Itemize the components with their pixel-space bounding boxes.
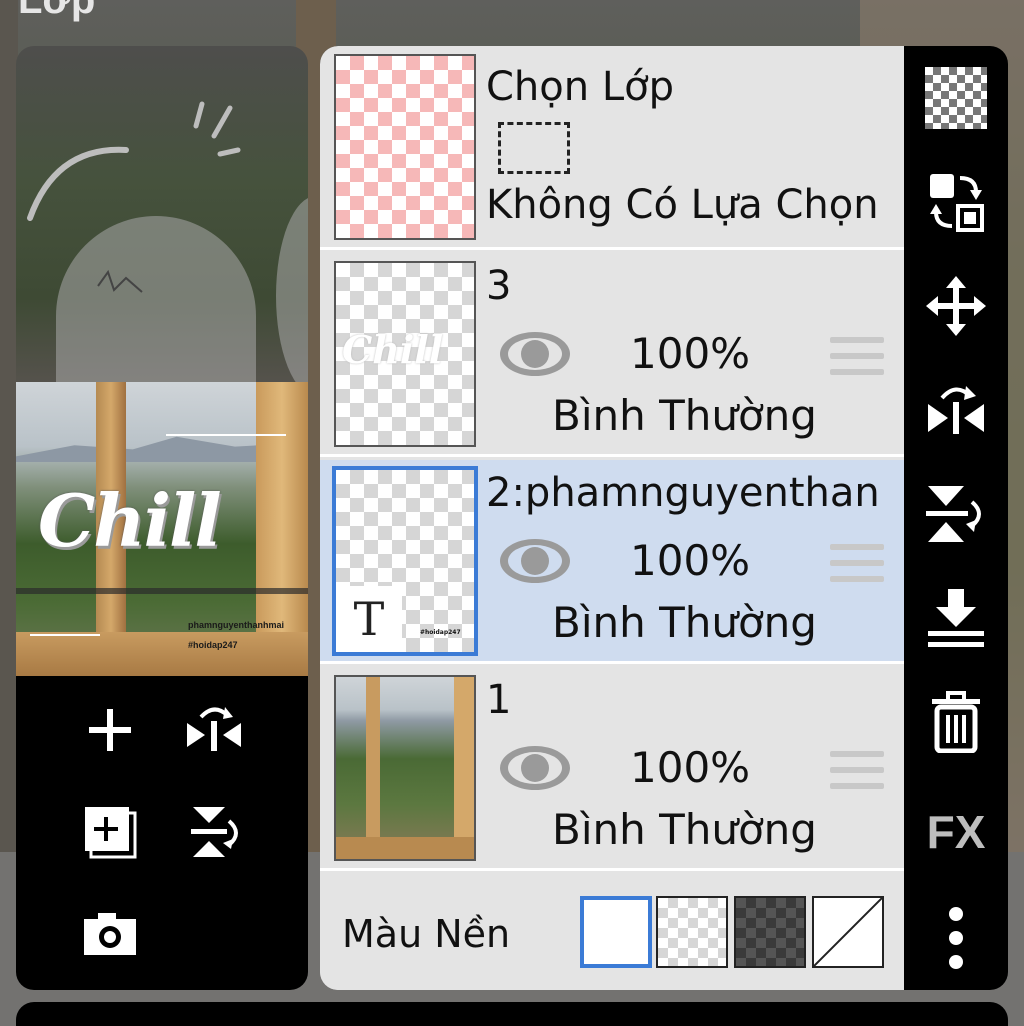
swap-layers-icon	[930, 174, 984, 232]
swatch-white[interactable]	[580, 896, 652, 968]
bottom-toolbar	[16, 1002, 1008, 1026]
preview-deco-line	[30, 634, 100, 636]
add-layer-button[interactable]	[80, 700, 140, 760]
flip-horizontal-button[interactable]	[184, 700, 244, 760]
layers-list: Chọn Lớp Không Có Lựa Chọn Chill 3 100% …	[320, 46, 904, 990]
canvas-preview[interactable]: Chill phamnguyenthanhmai #hoidap247	[16, 382, 308, 676]
preview-watermark-name: phamnguyenthanhmai	[188, 620, 285, 630]
selection-status: Không Có Lựa Chọn	[486, 182, 879, 228]
layer-row[interactable]: Chill 3 100% Bình Thường	[320, 253, 904, 457]
more-options-button[interactable]	[914, 896, 998, 980]
swatch-dark-checker[interactable]	[734, 896, 806, 968]
preview-window-sill	[16, 632, 308, 676]
delete-layer-button[interactable]	[914, 680, 998, 764]
transparency-button[interactable]	[914, 56, 998, 140]
canvas-overlay-area	[16, 46, 308, 416]
thumbnail-window-frame	[454, 677, 474, 859]
flip-vertical-button[interactable]	[184, 802, 244, 862]
add-layer-copy-icon	[85, 807, 137, 859]
merge-down-icon	[928, 589, 984, 647]
move-button[interactable]	[914, 264, 998, 348]
layer-thumbnail: Chill	[334, 261, 476, 447]
swap-layers-button[interactable]	[914, 160, 998, 244]
flip-horizontal-icon	[187, 707, 241, 751]
layer-thumbnail: T #hoidap247	[332, 466, 478, 656]
selection-layer-title: Chọn Lớp	[486, 64, 674, 110]
layer-thumbnail-artwork: Chill	[342, 327, 444, 372]
move-icon	[926, 276, 986, 336]
layer-blend-mode[interactable]: Bình Thường	[552, 805, 817, 854]
eye-icon[interactable]	[498, 329, 572, 379]
thumbnail-window-frame	[366, 677, 380, 859]
marquee-selection-icon	[498, 122, 570, 174]
swatch-none[interactable]	[812, 896, 884, 968]
preview-deco-line	[166, 434, 286, 436]
transparency-icon	[925, 67, 987, 129]
preview-watermark-hashtag: #hoidap247	[188, 640, 238, 650]
preview-railing	[16, 588, 308, 594]
diagonal-slash-icon	[814, 898, 882, 966]
layer-opacity[interactable]: 100%	[630, 536, 750, 585]
plus-icon	[89, 709, 131, 751]
layer-thumbnail	[334, 675, 476, 861]
layer-name: 3	[486, 263, 512, 309]
swatch-light-checker[interactable]	[656, 896, 728, 968]
eye-icon[interactable]	[498, 743, 572, 793]
text-layer-badge: T	[336, 586, 402, 652]
layer-opacity[interactable]: 100%	[630, 743, 750, 792]
fx-button[interactable]: FX	[914, 790, 998, 874]
fx-label: FX	[926, 806, 986, 858]
drag-handle-icon[interactable]	[830, 751, 884, 795]
camera-button[interactable]	[80, 904, 140, 964]
preview-artwork-text: Chill	[38, 478, 222, 563]
selection-layer-thumbnail	[334, 54, 476, 240]
selection-layer-row[interactable]: Chọn Lớp Không Có Lựa Chọn	[320, 46, 904, 250]
drag-handle-icon[interactable]	[830, 544, 884, 588]
flip-vertical-icon	[191, 807, 238, 857]
canvas-preview-panel: Chill phamnguyenthanhmai #hoidap247	[16, 46, 308, 990]
window-title: Lớp	[18, 0, 96, 22]
background-color-row: Màu Nền	[320, 876, 904, 990]
layer-row-selected[interactable]: T #hoidap247 2:phamnguyenthan 100% Bình …	[320, 460, 904, 664]
sketch-lines	[27, 101, 241, 293]
trash-icon	[932, 691, 980, 753]
drag-handle-icon[interactable]	[830, 337, 884, 381]
layer-tools	[16, 676, 308, 990]
layer-name: 2:phamnguyenthan	[486, 470, 880, 516]
more-icon	[949, 907, 963, 969]
flip-horizontal-icon	[928, 386, 984, 434]
flip-layer-vertical-button[interactable]	[914, 472, 998, 556]
merge-down-button[interactable]	[914, 576, 998, 660]
camera-icon	[84, 913, 136, 955]
eye-icon[interactable]	[498, 536, 572, 586]
layer-row[interactable]: 1 100% Bình Thường	[320, 667, 904, 871]
layer-thumbnail-text: #hoidap247	[420, 629, 461, 636]
layer-name: 1	[486, 677, 512, 723]
thumbnail-window-sill	[336, 837, 474, 859]
layers-panel: Chọn Lớp Không Có Lựa Chọn Chill 3 100% …	[320, 46, 1008, 990]
copy-layer-button[interactable]	[80, 802, 140, 862]
layer-opacity[interactable]: 100%	[630, 329, 750, 378]
flip-vertical-icon	[926, 486, 981, 542]
layer-blend-mode[interactable]: Bình Thường	[552, 598, 817, 647]
layer-blend-mode[interactable]: Bình Thường	[552, 391, 817, 440]
background-color-label: Màu Nền	[342, 912, 511, 956]
flip-layer-horizontal-button[interactable]	[914, 368, 998, 452]
